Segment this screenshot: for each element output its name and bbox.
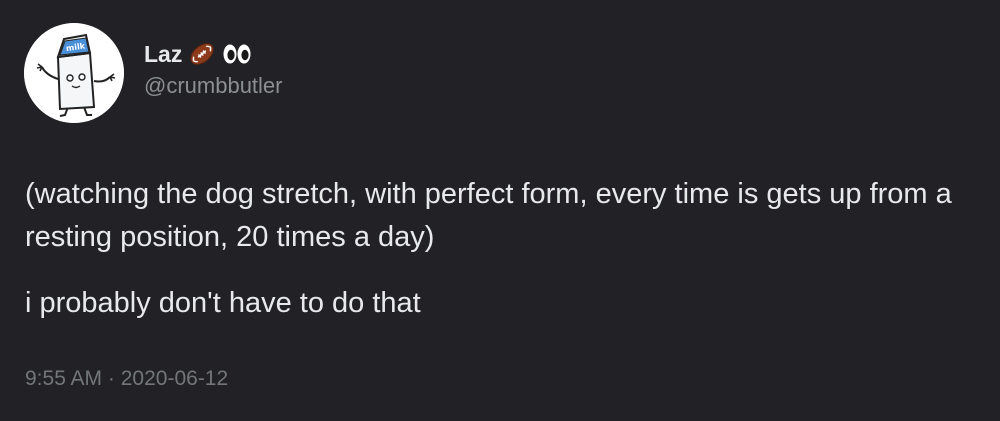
- timestamp-separator: ·: [107, 367, 115, 390]
- football-icon: [188, 40, 216, 68]
- tweet-paragraph-2: i probably don't have to do that: [25, 287, 421, 319]
- display-name[interactable]: Laz: [144, 41, 182, 68]
- avatar[interactable]: milk: [24, 23, 124, 123]
- author-name-row[interactable]: Laz: [144, 38, 252, 70]
- tweet-paragraph-1: (watching the dog stretch, with perfect …: [25, 178, 952, 253]
- author-handle[interactable]: @crumbbutler: [144, 73, 283, 99]
- tweet-date[interactable]: 2020-06-12: [121, 367, 228, 390]
- tweet-time[interactable]: 9:55 AM: [25, 367, 102, 390]
- tweet-timestamp[interactable]: 9:55 AM · 2020-06-12: [25, 367, 228, 391]
- milk-carton-avatar-icon: milk: [24, 23, 124, 123]
- tweet-card: milk Laz @crumbbutler (watching the dog …: [0, 0, 1000, 421]
- eyes-icon: [222, 41, 252, 67]
